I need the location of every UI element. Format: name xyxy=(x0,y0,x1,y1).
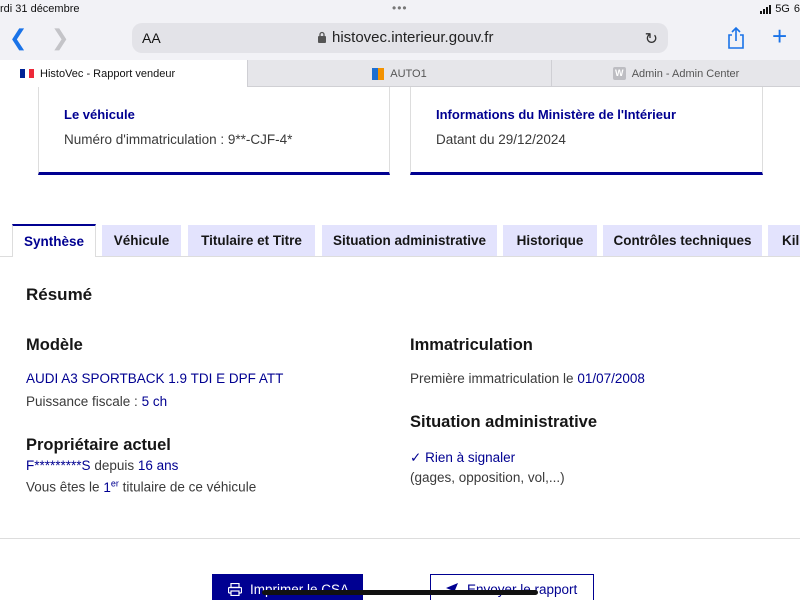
tab-vehicule[interactable]: Véhicule xyxy=(102,225,181,256)
share-icon[interactable] xyxy=(726,26,746,50)
url-text: histovec.interieur.gouv.fr xyxy=(332,29,494,46)
owner-heading: Propriétaire actuel xyxy=(26,436,171,454)
owner-rank-suffix: titulaire de ce véhicule xyxy=(122,479,257,495)
lock-icon xyxy=(318,31,326,43)
signal-icon xyxy=(760,4,772,14)
fiscal-power-label: Puissance fiscale : xyxy=(26,394,138,409)
registration-number: Numéro d'immatriculation : 9**-CJF-4* xyxy=(64,132,293,147)
browser-tab-admin[interactable]: W Admin - Admin Center xyxy=(552,60,800,87)
status-bar: rdi 31 décembre ••• 5G 6 xyxy=(0,0,800,20)
owner-name: F*********S xyxy=(26,458,91,473)
home-indicator[interactable] xyxy=(262,590,538,595)
w-icon: W xyxy=(612,67,626,80)
first-registration-label: Première immatriculation le xyxy=(410,371,574,386)
report-date: Datant du 29/12/2024 xyxy=(436,132,566,147)
admin-situation-heading: Situation administrative xyxy=(410,413,598,431)
network-label: 5G xyxy=(775,3,790,15)
owner-rank: Vous êtes le 1er titulaire de ce véhicul… xyxy=(26,478,256,495)
new-tab-icon[interactable]: + xyxy=(772,21,787,52)
auto1-icon xyxy=(372,67,385,80)
owner-rank-prefix: Vous êtes le xyxy=(26,479,100,495)
admin-status-label: Rien à signaler xyxy=(425,450,516,465)
vehicle-card: Le véhicule Numéro d'immatriculation : 9… xyxy=(38,87,390,175)
model-value: AUDI A3 SPORTBACK 1.9 TDI E DPF ATT xyxy=(26,371,284,386)
vehicle-card-title: Le véhicule xyxy=(64,107,135,122)
admin-status: ✓ Rien à signaler xyxy=(410,450,515,466)
french-flag-icon xyxy=(20,69,35,78)
fiscal-power: Puissance fiscale : 5 ch xyxy=(26,394,167,409)
browser-tab-label: HistoVec - Rapport vendeur xyxy=(40,67,176,80)
owner-rank-number: 1er xyxy=(103,478,119,495)
tab-situation-administrative[interactable]: Situation administrative xyxy=(322,225,497,256)
browser-tab-histovec[interactable]: HistoVec - Rapport vendeur xyxy=(0,60,248,87)
immatriculation-heading: Immatriculation xyxy=(410,336,533,354)
status-right: 5G 6 xyxy=(760,3,800,15)
multitask-dots[interactable]: ••• xyxy=(392,1,408,15)
tab-controles-techniques[interactable]: Contrôles techniques xyxy=(603,225,762,256)
printer-icon xyxy=(228,582,242,596)
browser-toolbar: ❮ ❯ AA histovec.interieur.gouv.fr ↻ + xyxy=(0,20,800,60)
tab-titulaire[interactable]: Titulaire et Titre xyxy=(188,225,315,256)
back-icon[interactable]: ❮ xyxy=(9,26,27,50)
model-heading: Modèle xyxy=(26,336,83,354)
owner-duration: 16 ans xyxy=(137,458,179,473)
ministry-card-title: Informations du Ministère de l'Intérieur xyxy=(436,107,677,122)
tab-historique[interactable]: Historique xyxy=(503,225,597,256)
status-date: rdi 31 décembre xyxy=(0,3,80,15)
summary-title: Résumé xyxy=(26,285,93,304)
admin-details: (gages, opposition, vol,...) xyxy=(410,470,565,485)
browser-tab-label: AUTO1 xyxy=(390,67,427,80)
first-registration: Première immatriculation le 01/07/2008 xyxy=(410,371,645,386)
print-csa-button[interactable]: Imprimer le CSA xyxy=(212,574,363,600)
browser-tab-label: Admin - Admin Center xyxy=(631,67,740,80)
fiscal-power-value: 5 ch xyxy=(141,394,168,409)
first-registration-date: 01/07/2008 xyxy=(577,371,645,386)
ministry-card: Informations du Ministère de l'Intérieur… xyxy=(410,87,763,175)
tab-synthese[interactable]: Synthèse xyxy=(12,224,96,257)
forward-icon[interactable]: ❯ xyxy=(51,26,69,50)
reload-icon[interactable]: ↻ xyxy=(645,29,658,49)
address-bar[interactable]: AA histovec.interieur.gouv.fr ↻ xyxy=(132,23,668,53)
owner-line: F*********S depuis 16 ans xyxy=(26,458,178,473)
send-report-button[interactable]: Envoyer le rapport xyxy=(430,574,594,600)
check-icon: ✓ xyxy=(410,450,422,465)
tab-kilometrage[interactable]: Kil xyxy=(768,225,800,256)
browser-tabs: HistoVec - Rapport vendeur AUTO1 W Admin… xyxy=(0,60,800,87)
text-size-button[interactable]: AA xyxy=(142,30,161,46)
battery-label: 6 xyxy=(793,3,800,15)
browser-tab-auto1[interactable]: AUTO1 xyxy=(248,60,552,87)
owner-since-label: depuis xyxy=(94,458,135,473)
